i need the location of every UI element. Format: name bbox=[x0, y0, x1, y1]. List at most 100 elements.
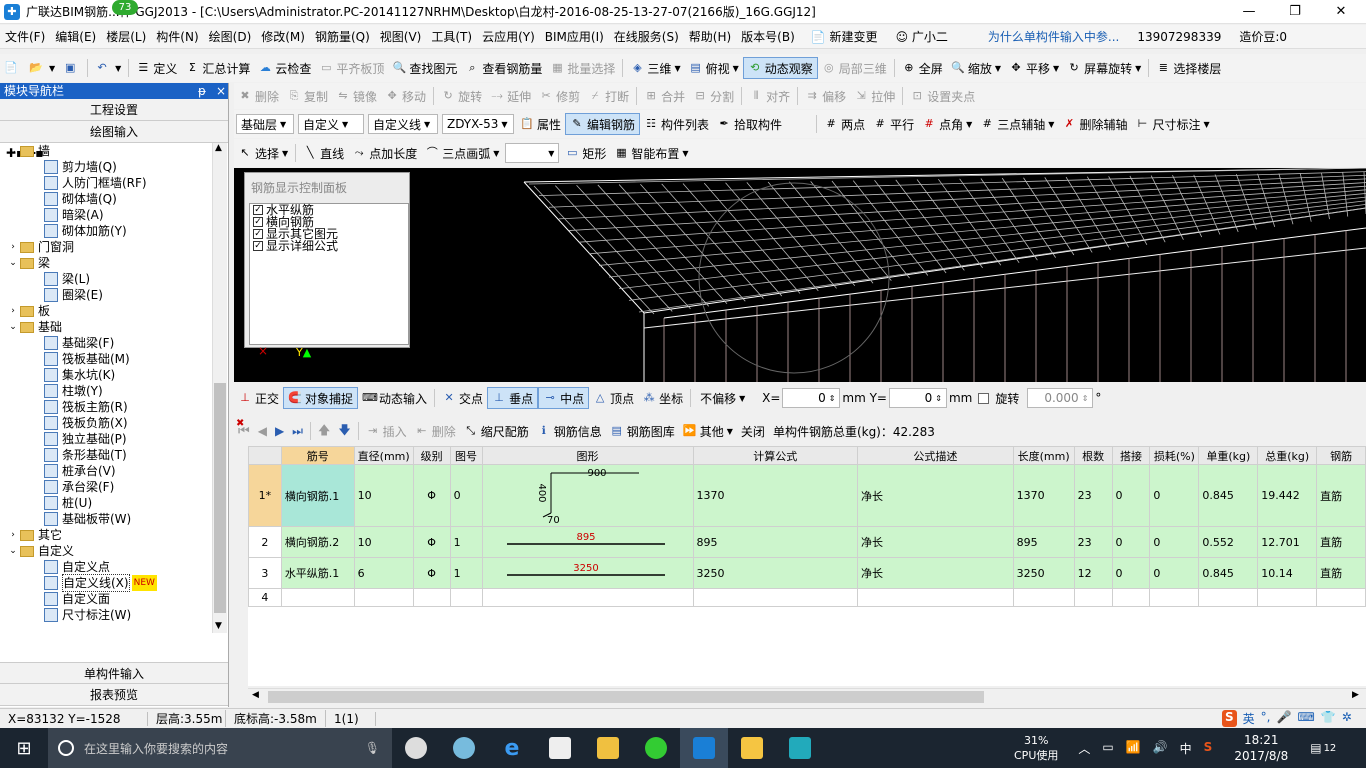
component-list-button[interactable]: ☷ 构件列表 bbox=[640, 113, 713, 135]
intersect-snap-button[interactable]: ✕ 交点 bbox=[438, 387, 487, 409]
tree-item[interactable]: 暗梁(A) bbox=[0, 207, 212, 223]
cell-lap[interactable]: 0 bbox=[1111, 464, 1151, 527]
edit-tool-13[interactable]: ⊡ 设置夹点 bbox=[906, 85, 979, 107]
green-app-icon[interactable] bbox=[632, 728, 680, 768]
cell-len[interactable]: 3250 bbox=[1012, 557, 1075, 589]
scroll-up-icon[interactable]: ▲ bbox=[215, 143, 222, 153]
edit-tool-3[interactable]: ✥ 移动 bbox=[381, 85, 430, 107]
table-h-scrollbar[interactable]: ◀ ▶ bbox=[248, 688, 1366, 704]
teal-app-icon[interactable] bbox=[776, 728, 824, 768]
tree-item[interactable]: 自定义面 bbox=[0, 591, 212, 607]
tree-item[interactable]: 人防门框墙(RF) bbox=[0, 175, 212, 191]
subtype-select[interactable]: 自定义线 ▼ bbox=[368, 114, 438, 134]
panel-checkbox-3[interactable]: ✓ 显示详细公式 bbox=[250, 240, 408, 252]
cell-formula[interactable]: 895 bbox=[692, 526, 859, 558]
draw-input-button[interactable]: 绘图输入 bbox=[0, 121, 228, 143]
tree-item[interactable]: 独立基础(P) bbox=[0, 431, 212, 447]
tree-item[interactable]: 砌体加筋(Y) bbox=[0, 223, 212, 239]
cell-fig[interactable]: 0 bbox=[449, 464, 483, 527]
minimize-button[interactable]: — bbox=[1226, 0, 1272, 24]
menu-item-4[interactable]: 绘图(D) bbox=[204, 28, 257, 45]
three-point-axis-button[interactable]: # 三点辅轴 ▼ bbox=[976, 113, 1058, 135]
smart-place-button[interactable]: ▦ 智能布置 ▼ bbox=[610, 142, 692, 164]
single-component-input-button[interactable]: 单构件输入 bbox=[0, 662, 228, 684]
ortho-button[interactable]: ⊥ 正交 bbox=[234, 387, 283, 409]
dynamic-input-button[interactable]: ⌨ 动态输入 bbox=[358, 387, 431, 409]
edit-tool-0[interactable]: ✖ 删除 bbox=[234, 85, 283, 107]
cell-name[interactable] bbox=[280, 588, 355, 607]
menu-item-9[interactable]: 云应用(Y) bbox=[477, 28, 540, 45]
search-box[interactable]: 在这里输入你要搜索的内容 🎙 bbox=[48, 728, 392, 768]
view-rebar-button[interactable]: ⌕ 查看钢筋量 bbox=[461, 57, 546, 79]
cell-formula[interactable]: 1370 bbox=[692, 464, 859, 527]
cell-fig[interactable] bbox=[449, 588, 483, 607]
cell-count[interactable]: 23 bbox=[1073, 464, 1113, 527]
rotate-angle-input[interactable]: 0.000 ⇕ bbox=[1027, 388, 1094, 408]
menu-item-2[interactable]: 楼层(L) bbox=[101, 28, 151, 45]
notes-app-icon[interactable] bbox=[728, 728, 776, 768]
edit-tool-4[interactable]: ↻ 旋转 bbox=[437, 85, 486, 107]
cell-total[interactable]: 10.14 bbox=[1257, 557, 1318, 589]
cell-loss[interactable] bbox=[1149, 588, 1200, 607]
cell-lap[interactable]: 0 bbox=[1111, 526, 1151, 558]
col-header-6[interactable]: 计算公式 bbox=[692, 446, 859, 465]
pan-button[interactable]: ✥ 平移 ▼ bbox=[1005, 57, 1063, 79]
table-row[interactable]: 3 水平纵筋.1 6 Φ 1 3250 3250 净长 3250 12 0 0 0.845 10.14 直筋 bbox=[248, 557, 1366, 589]
microphone-icon[interactable]: 🎙 bbox=[365, 741, 380, 755]
edit-tool-5[interactable]: ⤍ 延伸 bbox=[486, 85, 535, 107]
col-header-13[interactable]: 总重(kg) bbox=[1257, 446, 1318, 465]
cell-loss[interactable]: 0 bbox=[1149, 526, 1200, 558]
tree-folder[interactable]: › 其它 bbox=[0, 527, 212, 543]
rebar-info-button[interactable]: ℹ 钢筋信息 bbox=[533, 420, 606, 442]
cloud-check-button[interactable]: ☁ 云检查 bbox=[254, 57, 315, 79]
cell-lap[interactable] bbox=[1111, 588, 1151, 607]
insert-row-button[interactable]: ⇥ 插入 bbox=[362, 420, 411, 442]
edit-tool-8[interactable]: ⊞ 合并 bbox=[640, 85, 689, 107]
cell-grade[interactable] bbox=[412, 588, 451, 607]
menu-item-5[interactable]: 修改(M) bbox=[256, 28, 310, 45]
price-bean[interactable]: 造价豆:0 bbox=[1234, 28, 1292, 45]
col-header-12[interactable]: 单重(kg) bbox=[1198, 446, 1259, 465]
tree-item[interactable]: 集水坑(K) bbox=[0, 367, 212, 383]
open-file-button[interactable]: 📂 ▼ bbox=[25, 57, 59, 79]
cell-count[interactable]: 23 bbox=[1073, 526, 1113, 558]
start-button[interactable]: ⊞ bbox=[0, 728, 48, 768]
collapse-icon[interactable]: ⌄ bbox=[6, 543, 20, 559]
tree-item[interactable]: 自定义线(X) NEW bbox=[0, 574, 212, 592]
two-points-button[interactable]: # 两点 bbox=[820, 113, 869, 135]
cell-total[interactable]: 12.701 bbox=[1257, 526, 1318, 558]
pick-component-button[interactable]: ✒ 拾取构件 bbox=[713, 113, 786, 135]
prev-record-icon[interactable]: ◀ bbox=[254, 420, 271, 442]
offset-select[interactable]: 不偏移 ▼ bbox=[696, 388, 756, 408]
cell-unit[interactable] bbox=[1198, 588, 1259, 607]
col-header-5[interactable]: 图形 bbox=[481, 446, 694, 465]
table-row[interactable]: 1* 横向钢筋.1 10 Φ 0 900 400 70 1370 净长 1370 23 0 0 0.845 1… bbox=[248, 464, 1366, 527]
tree-item[interactable]: 基础板带(W) bbox=[0, 511, 212, 527]
edit-tool-2[interactable]: ⇋ 镜像 bbox=[332, 85, 381, 107]
project-settings-button[interactable]: 工程设置 bbox=[0, 99, 228, 121]
tree-folder[interactable]: ⌄ 自定义 bbox=[0, 543, 212, 559]
cell-unit[interactable]: 0.845 bbox=[1198, 557, 1259, 589]
tray-up-icon[interactable]: ︿ bbox=[1078, 740, 1090, 757]
task-view-icon[interactable] bbox=[392, 728, 440, 768]
delete-axis-button[interactable]: ✗ 删除辅轴 bbox=[1058, 113, 1131, 135]
tree-item[interactable]: 梁(L) bbox=[0, 271, 212, 287]
edit-tool-6[interactable]: ✂ 修剪 bbox=[535, 85, 584, 107]
perpendicular-snap-button[interactable]: ⊥ 垂点 bbox=[487, 387, 539, 409]
cell-lap[interactable]: 0 bbox=[1111, 557, 1151, 589]
menu-item-6[interactable]: 钢筋量(Q) bbox=[310, 28, 375, 45]
object-snap-button[interactable]: 🧲 对象捕捉 bbox=[283, 387, 359, 409]
parallel-button[interactable]: # 平行 bbox=[869, 113, 918, 135]
sogou-icon[interactable]: S bbox=[1222, 710, 1237, 727]
pin-icon[interactable]: ᵽ bbox=[198, 83, 206, 99]
cell-len[interactable] bbox=[1012, 588, 1075, 607]
add-length-button[interactable]: ⤳ 点加长度 bbox=[348, 142, 421, 164]
cell-shape[interactable]: 900 400 70 bbox=[481, 464, 694, 527]
store-icon[interactable] bbox=[536, 728, 584, 768]
fullscreen-button[interactable]: ⊕ 全屏 bbox=[898, 57, 947, 79]
tree-scroll-thumb[interactable] bbox=[214, 383, 226, 613]
col-header-4[interactable]: 图号 bbox=[449, 446, 483, 465]
tree-item[interactable]: 承台梁(F) bbox=[0, 479, 212, 495]
col-header-10[interactable]: 搭接 bbox=[1111, 446, 1151, 465]
tree-item[interactable]: 条形基础(T) bbox=[0, 447, 212, 463]
